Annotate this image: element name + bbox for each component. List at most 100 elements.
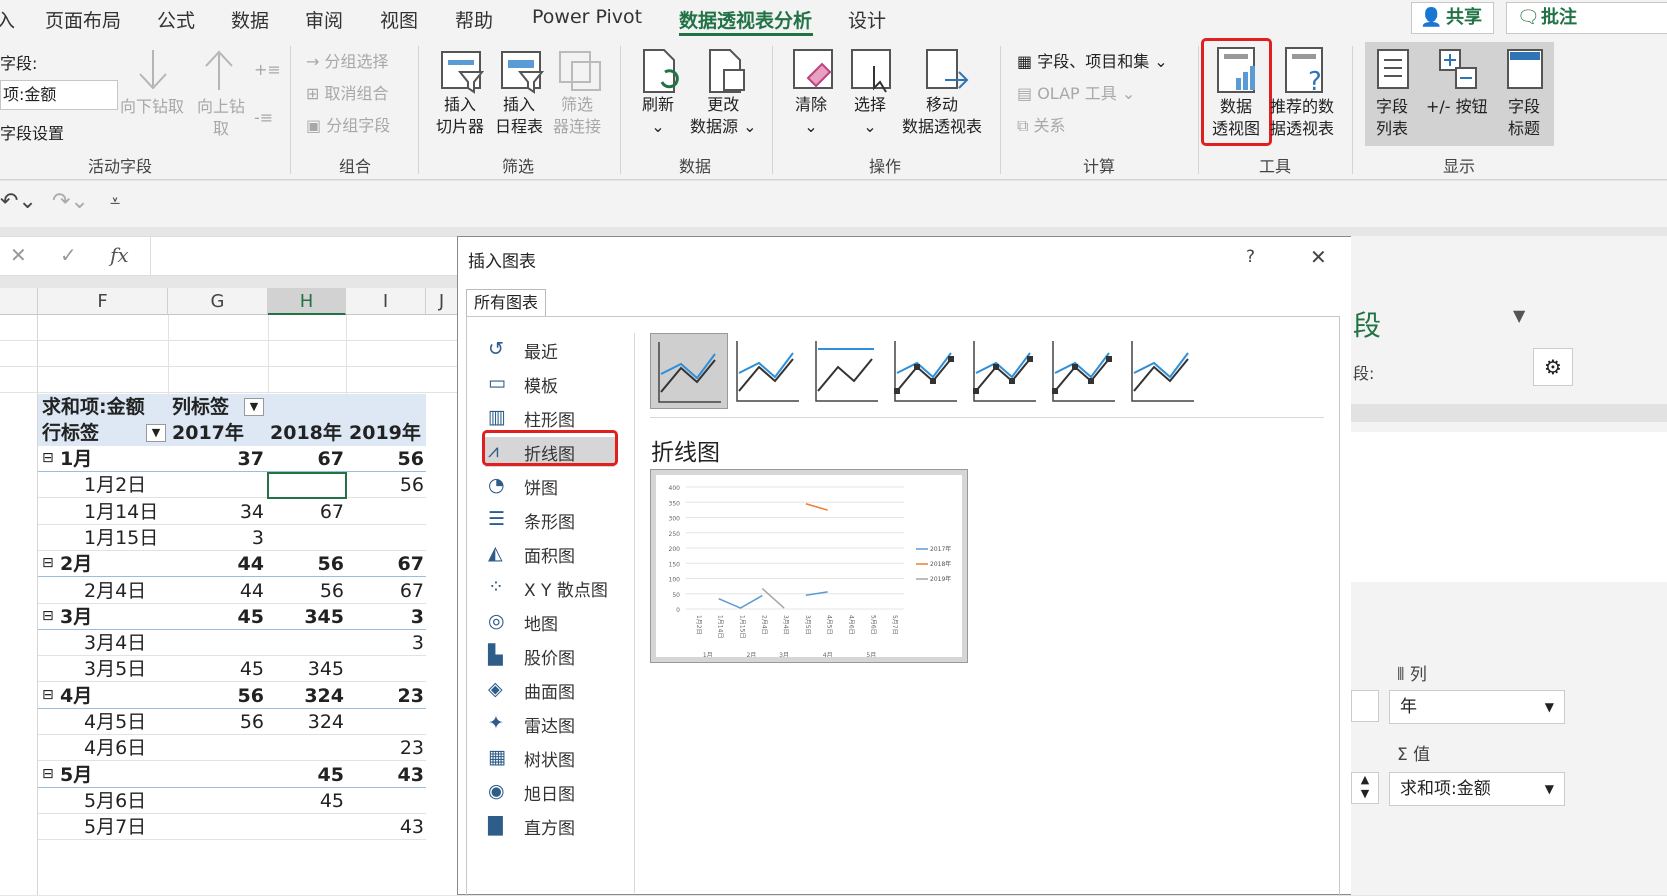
chart-category-item[interactable]: 饼图 [524,474,558,499]
pivot-row[interactable]: 1月2日 56 [38,472,426,499]
pivot-row[interactable]: ⊟ 3月 45 345 3 [38,604,426,630]
chart-preview[interactable]: 400 350 300 250 200 150 100 50 0 1月2日 1月14日 1月15日 2月… [650,469,968,663]
column-header-h[interactable]: H [268,288,346,315]
tab-review[interactable]: 审阅 [305,6,343,33]
line-subtype-thumbnail[interactable] [1045,333,1123,409]
rows-box-partial[interactable] [1351,690,1379,722]
tab-design[interactable]: 设计 [848,6,886,33]
chart-category-item[interactable]: 曲面图 [524,678,575,703]
pivot-row[interactable]: ⊟ 5月 45 43 [38,762,426,788]
column-header-g[interactable]: G [168,288,268,315]
pivot-row[interactable]: 4月6日 23 [38,735,426,762]
tab-power-pivot[interactable]: Power Pivot [532,6,642,28]
collapse-toggle-icon[interactable]: ⊟ [42,766,54,782]
select-button[interactable]: 选择 ⌄ [854,94,886,138]
tab-data[interactable]: 数据 [231,6,269,33]
value-field-chip[interactable]: 求和项:金额 ▼ [1389,772,1565,806]
field-headers-button[interactable]: 字段 标题 [1508,96,1540,140]
collapse-toggle-icon[interactable]: ⊟ [42,450,54,466]
chart-category-item[interactable]: 地图 [524,610,558,635]
drill-down-button[interactable]: 向下钻取 [120,96,184,118]
close-icon[interactable]: ✕ [1310,245,1327,269]
tab-insert[interactable]: 入 [0,6,15,33]
spinner-icon[interactable]: ▲ ▼ [1351,772,1379,804]
insert-slicer-button[interactable]: 插入 切片器 [436,94,484,138]
formula-input[interactable] [150,237,460,275]
expand-field-icon[interactable]: +≡ [254,60,281,79]
tab-help[interactable]: 帮助 [455,6,493,33]
tab-view[interactable]: 视图 [380,6,418,33]
pivot-row[interactable]: 2月4日 44 56 67 [38,578,426,604]
row-filter-dropdown-icon[interactable]: ▼ [146,424,166,442]
chart-category-item[interactable]: 股价图 [524,644,575,669]
column-header-j[interactable]: J [426,288,458,315]
redo-icon[interactable]: ↷⌄ [52,189,89,214]
collapse-toggle-icon[interactable]: ⊟ [42,687,54,703]
line-subtype-thumbnail[interactable] [729,333,807,409]
line-subtype-thumbnail[interactable] [966,333,1044,409]
pivot-row[interactable]: 3月4日 3 [38,630,426,657]
pane-options-dropdown-icon[interactable]: ▼ [1513,306,1525,325]
active-field-input[interactable]: 项:金额 [0,80,118,110]
selected-cell[interactable] [267,472,347,499]
pivot-row[interactable]: 1月14日 34 67 [38,499,426,525]
tab-pivot-analyze[interactable]: 数据透视表分析 [679,6,812,33]
chart-category-item[interactable]: 直方图 [524,814,575,839]
collapse-toggle-icon[interactable]: ⊟ [42,608,54,624]
field-list-area[interactable] [1351,432,1667,582]
collapse-toggle-icon[interactable]: ⊟ [42,555,54,571]
field-list-button[interactable]: 字段 列表 [1376,96,1408,140]
group-field-button[interactable]: ▣ 分组字段 [306,112,390,136]
undo-icon[interactable]: ↶⌄ [0,189,37,214]
pivot-row[interactable]: ⊟ 2月 44 56 67 [38,551,426,578]
column-header-i[interactable]: I [346,288,426,315]
pivot-row[interactable]: ⊟ 1月 37 67 56 [38,446,426,472]
change-data-source-button[interactable]: 更改 数据源 ⌄ [690,94,757,138]
chart-category-item[interactable]: 雷达图 [524,712,575,737]
pivot-row[interactable]: 3月5日 45 345 [38,656,426,683]
customize-qat-icon[interactable]: ⩡ [110,191,120,212]
drill-up-button[interactable]: 向上钻取 [196,96,246,140]
chart-category-item[interactable]: 柱形图 [524,406,575,431]
plus-minus-buttons-toggle[interactable]: +/- 按钮 [1426,96,1488,118]
function-icon[interactable]: fx [110,243,129,267]
chart-category-item[interactable]: 面积图 [524,542,575,567]
move-pivot-button[interactable]: 移动 数据透视表 [902,94,982,138]
column-field-chip[interactable]: 年 ▼ [1389,690,1565,724]
help-icon[interactable]: ? [1246,247,1255,267]
ungroup-button[interactable]: ⊞ 取消组合 [306,80,389,104]
chart-category-item[interactable]: 最近 [524,338,558,363]
tab-page-layout[interactable]: 页面布局 [45,6,121,33]
filter-connections-button[interactable]: 筛选 器连接 [553,94,601,138]
insert-timeline-button[interactable]: 插入 日程表 [495,94,543,138]
chart-category-item[interactable]: 条形图 [524,508,575,533]
collapse-field-icon[interactable]: -≡ [254,108,273,127]
chart-category-item[interactable]: 模板 [524,372,558,397]
line-subtype-thumbnail[interactable] [808,333,886,409]
tab-all-charts[interactable]: 所有图表 [466,289,546,317]
share-button[interactable]: 👤 共享 [1411,2,1494,34]
pivot-row[interactable]: 5月6日 45 [38,788,426,814]
refresh-button[interactable]: 刷新 ⌄ [642,94,674,138]
relationships-button[interactable]: ⧉ 关系 [1017,112,1066,136]
column-header-f[interactable]: F [38,288,168,315]
column-filter-dropdown-icon[interactable]: ▼ [244,398,264,416]
fields-items-sets-button[interactable]: ▦ 字段、项目和集 ⌄ [1017,48,1168,72]
line-subtype-thumbnail[interactable] [650,333,728,409]
gear-icon[interactable]: ⚙ [1533,348,1573,386]
pivot-row[interactable]: 4月5日 56 324 [38,709,426,735]
recommended-pivot-button[interactable]: 推荐的数 据透视表 [1270,96,1334,140]
tab-formulas[interactable]: 公式 [157,6,195,33]
field-settings-button[interactable]: 字段设置 [0,120,64,144]
pivot-row[interactable]: ⊟ 4月 56 324 23 [38,683,426,709]
chart-category-item[interactable]: X Y 散点图 [524,576,608,601]
chart-category-item[interactable]: 树状图 [524,746,575,771]
chart-category-item[interactable]: 旭日图 [524,780,575,805]
clear-button[interactable]: 清除 ⌄ [795,94,827,138]
pivot-row[interactable]: 1月15日 3 [38,525,426,551]
olap-tools-button[interactable]: ▤ OLAP 工具 ⌄ [1017,80,1135,104]
group-selection-button[interactable]: → 分组选择 [306,48,389,72]
line-subtype-thumbnail[interactable] [1124,333,1202,409]
enter-icon[interactable]: ✓ [60,243,77,267]
line-subtype-thumbnail[interactable] [887,333,965,409]
